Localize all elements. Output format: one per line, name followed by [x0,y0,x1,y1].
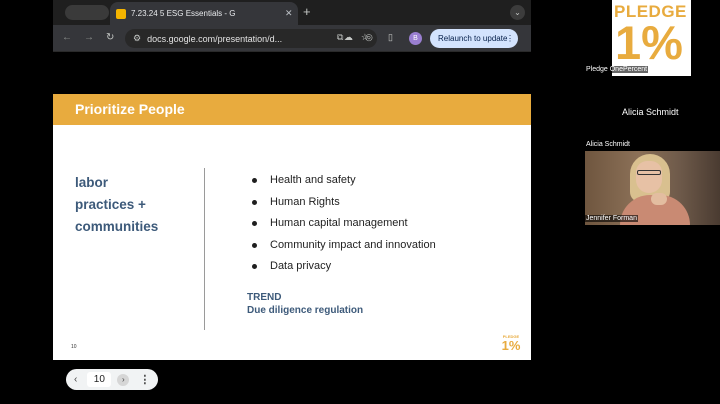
relaunch-label: Relaunch to update [438,34,508,43]
more-options-icon[interactable]: ⋮ [139,373,150,386]
slide: Prioritize People labor practices + comm… [53,94,531,360]
next-slide-button[interactable]: › [117,373,130,386]
site-info-icon[interactable]: ⚙ [133,33,141,44]
slide-page-number: 10 [71,344,77,350]
slide-pager: ‹ 10 › ⋮ [66,369,158,390]
participant-label-alicia: Alicia Schmidt [586,141,630,148]
new-tab-button[interactable]: + [303,4,311,20]
cloud-icon[interactable]: ☁ [344,32,353,42]
bullet-item: Human Rights [252,192,436,214]
extensions-icon[interactable]: ⧉ [337,32,343,43]
vertical-divider [204,168,205,330]
previous-slide-button[interactable]: ‹ [74,374,77,385]
trend-block: TREND Due diligence regulation [247,291,363,317]
tab-bar: 7.23.24 5 ESG Essentials - G ✕ + ⌄ [53,0,531,25]
participant-tile-pledge[interactable]: PLEDGE 1% [612,0,691,76]
url-text[interactable]: docs.google.com/presentation/d... [147,34,297,44]
slide-title: Prioritize People [75,101,185,117]
slides-favicon-icon [116,8,126,19]
back-button[interactable]: ← [62,31,72,45]
bullet-item: Community impact and innovation [252,235,436,257]
pledge-logo-percent: 1% [615,16,683,69]
participant-name-jennifer: Jennifer Forman [585,215,638,222]
tab-search-button[interactable]: ⌄ [510,5,525,20]
reload-button[interactable]: ↻ [106,31,114,45]
bullet-item: Human capital management [252,213,436,235]
bullet-list: Health and safety Human Rights Human cap… [252,170,436,278]
video-person-glasses [637,170,661,175]
participant-name-alicia-tile: Alicia Schmidt [622,107,679,117]
close-icon[interactable]: ✕ [285,8,293,19]
left-heading-line: communities [75,219,159,234]
toolbar: ← → ↻ ⚙ docs.google.com/presentation/d..… [53,25,531,52]
participant-name-pledge: Pledge OnePercent [585,66,649,73]
relaunch-button[interactable]: Relaunch to update ⋮ [430,29,518,48]
left-heading-line: labor [75,175,109,190]
logo-big-text: 1% [501,338,521,353]
participant-video-jennifer[interactable] [585,151,720,225]
more-menu-icon[interactable]: ⋮ [506,29,514,48]
media-icon[interactable]: ◎ [365,32,373,43]
screen: 7.23.24 5 ESG Essentials - G ✕ + ⌄ ← → ↻… [0,0,720,404]
tab-title: 7.23.24 5 ESG Essentials - G [131,9,236,18]
profile-avatar[interactable]: B [409,32,422,45]
tab-inactive[interactable] [65,5,109,20]
forward-button[interactable]: → [84,31,94,45]
slide-number-field[interactable]: 10 [87,372,112,387]
bullet-item: Data privacy [252,256,436,278]
bullet-item: Health and safety [252,170,436,192]
slide-left-heading: labor practices + communities [75,172,195,238]
left-heading-line: practices + [75,197,146,212]
video-person-hand [651,193,667,205]
trend-label: TREND [247,292,282,303]
video-person-face [636,161,662,193]
tab-active[interactable]: 7.23.24 5 ESG Essentials - G ✕ [110,2,298,25]
pledge-logo: PLEDGE 1% [500,334,522,354]
sidepanel-icon[interactable]: ▯ [388,32,393,43]
trend-text: Due diligence regulation [247,305,364,316]
slide-header-bar: Prioritize People [53,94,531,125]
